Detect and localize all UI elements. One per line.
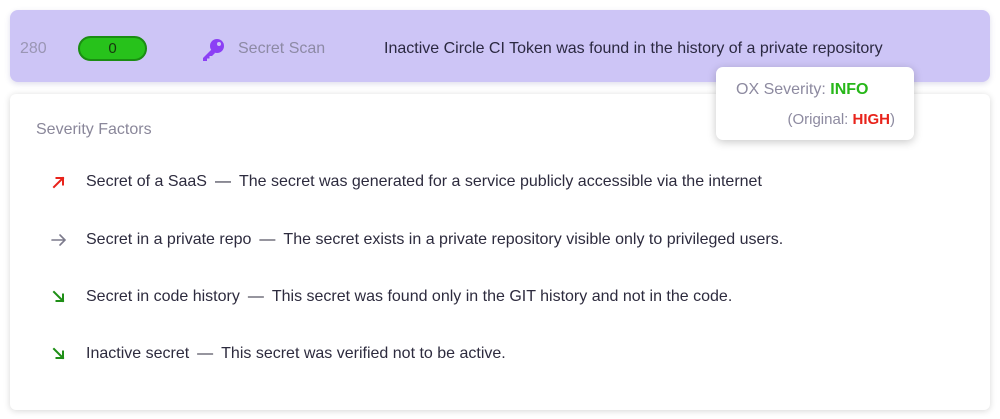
issue-id: 280 — [20, 40, 47, 57]
original-severity-label: (Original: — [787, 111, 849, 128]
severity-factor-name: Secret of a SaaS — [86, 173, 207, 190]
key-icon — [203, 39, 224, 61]
factor-separator: — — [197, 345, 214, 362]
severity-factor-description: This secret was found only in the GIT hi… — [271, 288, 733, 305]
issue-view: 280 0 Secret Scan Inactive Circle CI Tok… — [0, 0, 1000, 419]
severity-factors-heading: Severity Factors — [36, 121, 152, 138]
ox-severity-value: INFO — [830, 81, 869, 98]
arrow-right-icon — [51, 234, 67, 246]
factor-separator: — — [259, 231, 276, 248]
severity-factors-panel: Severity Factors Secret of a SaaS — The se… — [10, 94, 990, 410]
arrow-down-right-icon — [52, 347, 65, 360]
severity-factor-row: Inactive secret — This secret was verified… — [50, 343, 970, 365]
original-severity-close: ) — [890, 111, 895, 128]
severity-factor-name: Secret in a private repo — [86, 231, 252, 248]
severity-factor-row: Secret in code history — This secret was f… — [50, 286, 970, 308]
severity-factor-description: The secret was generated for a service p… — [238, 173, 762, 190]
category-label: Secret Scan — [238, 40, 326, 57]
issue-title[interactable]: Inactive Circle CI Token was found in th… — [384, 39, 883, 59]
severity-factor-description: This secret was verified not to be activ… — [221, 345, 506, 362]
severity-factor-row: Secret of a SaaS — The secret was generate… — [50, 171, 970, 193]
ox-severity-label: OX Severity: — [736, 81, 826, 98]
severity-factor-row: Secret in a private repo — The secret exis… — [50, 229, 970, 251]
arrow-up-right-icon — [52, 176, 65, 189]
severity-factor-name: Secret in code history — [86, 288, 240, 305]
score-badge: 0 — [78, 36, 147, 61]
original-severity-value: HIGH — [852, 111, 891, 128]
factor-separator: — — [214, 173, 231, 190]
factor-separator: — — [247, 288, 264, 305]
severity-factor-description: The secret exists in a private repositor… — [283, 231, 784, 248]
severity-factor-name: Inactive secret — [86, 345, 190, 362]
arrow-down-right-icon — [52, 290, 65, 303]
severity-tooltip: OX Severity: INFO (Original: HIGH) — [716, 67, 914, 140]
